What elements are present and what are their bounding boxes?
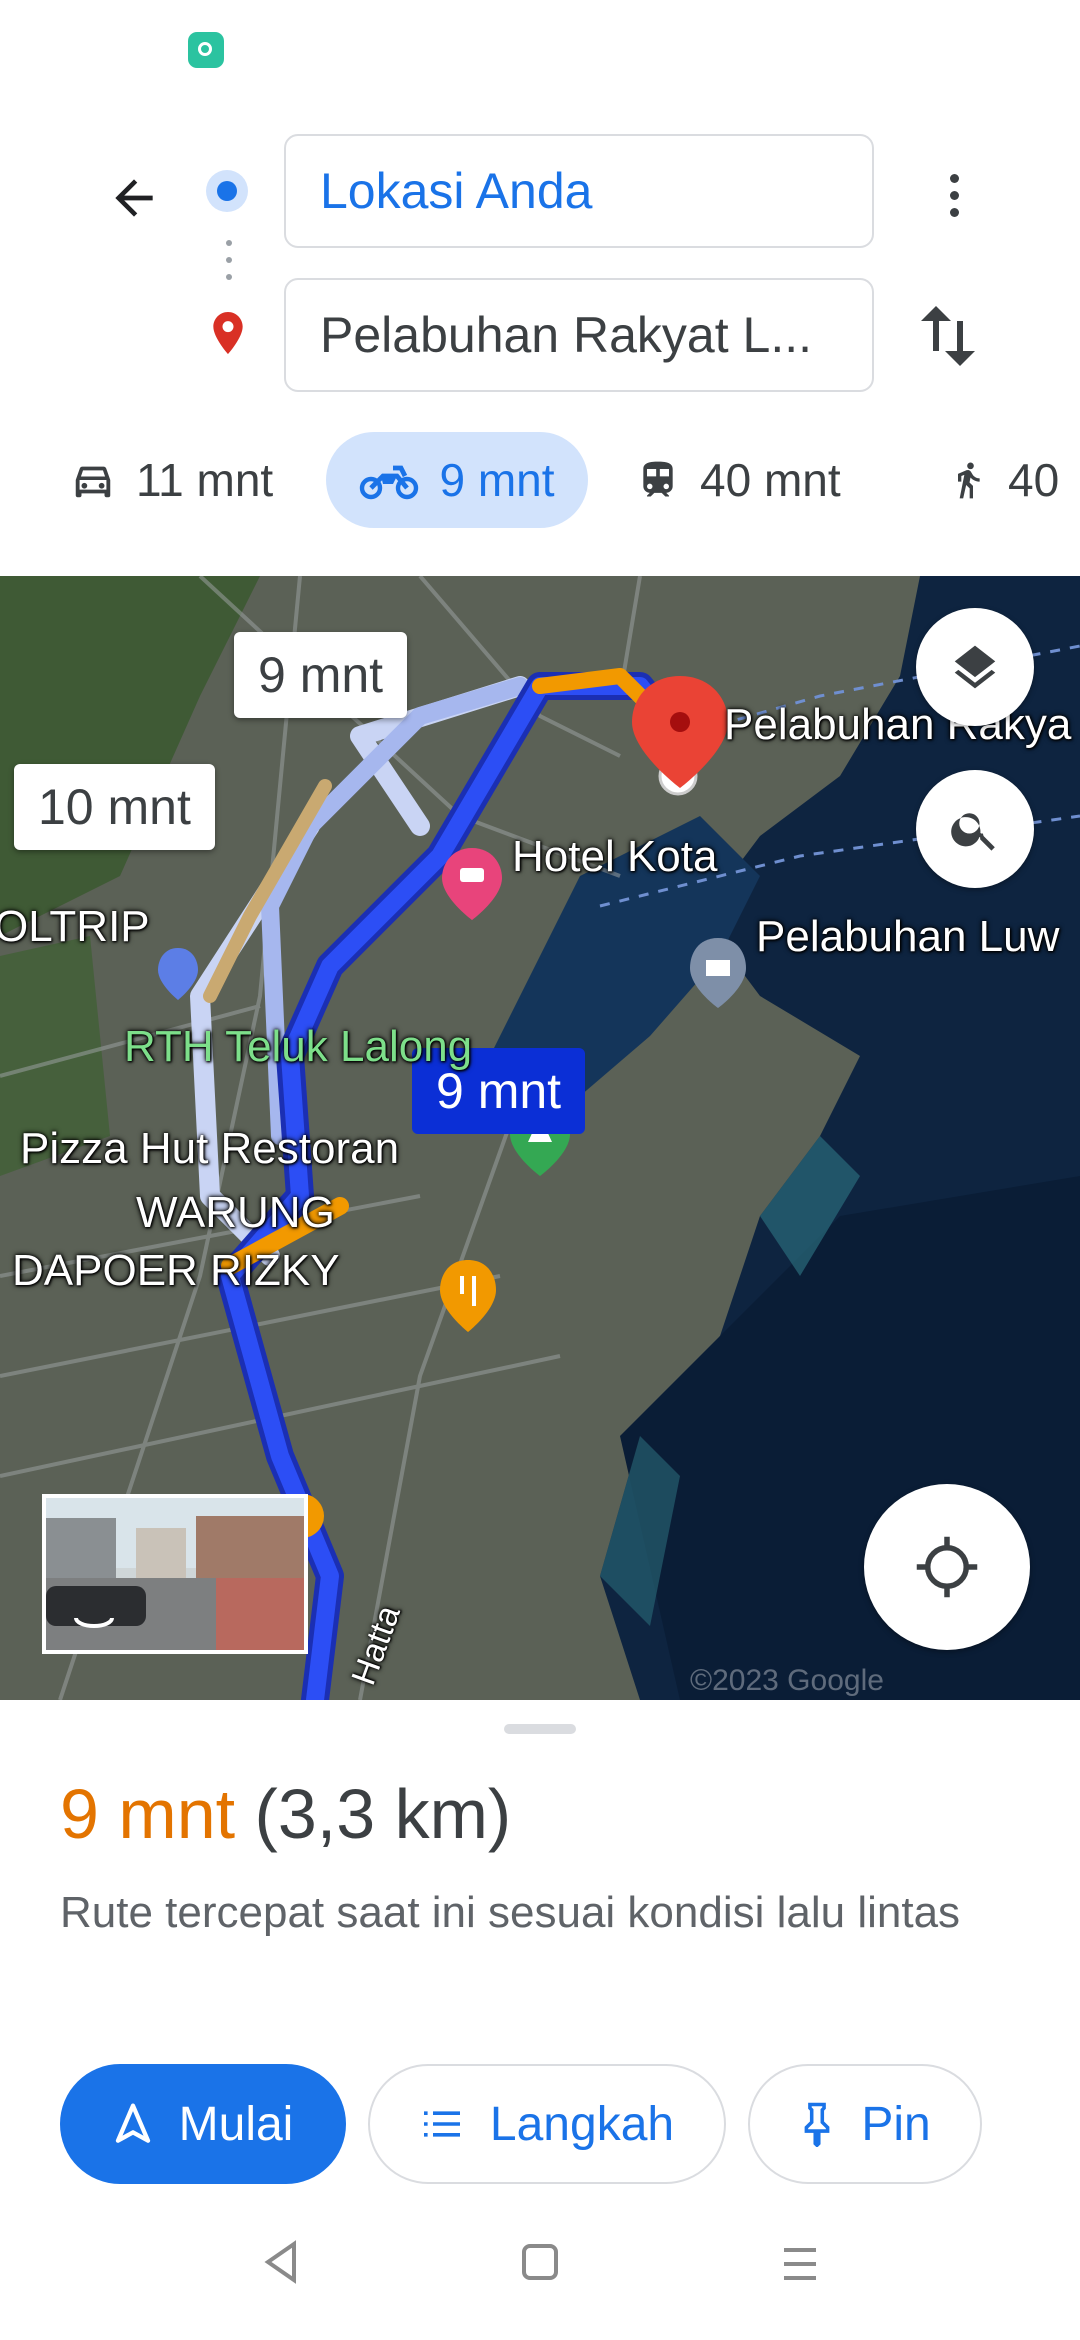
list-icon: [423, 2111, 460, 2137]
menu-lines-icon: [784, 2248, 816, 2280]
route-connector-dots: [226, 240, 232, 291]
swap-vertical-icon: [921, 306, 975, 366]
sheet-drag-handle[interactable]: [504, 1724, 576, 1734]
triangle-back-icon: [264, 2240, 296, 2284]
arrow-back-icon: [115, 179, 153, 217]
search-icon: [951, 813, 995, 851]
pushpin-icon: [804, 2102, 830, 2147]
mode-walk-tab[interactable]: 40: [948, 432, 1059, 528]
map-copyright: ©2023 Google: [690, 1664, 884, 1697]
car-icon: [75, 466, 111, 498]
app-notification-icon: [188, 32, 224, 68]
pin-label: Pin: [861, 2097, 931, 2151]
mode-car-time: 11 mnt: [136, 454, 274, 506]
map-label-oltrip[interactable]: OLTRIP: [0, 902, 150, 952]
destination-pin-icon: [206, 308, 250, 365]
swap-locations-button[interactable]: [912, 296, 984, 376]
alt-route-time-label-1[interactable]: 9 mnt: [234, 632, 408, 718]
map-label-warung-line2[interactable]: DAPOER RIZKY: [12, 1246, 340, 1296]
mode-transit-time: 40 mnt: [700, 454, 841, 506]
train-icon: [643, 461, 673, 497]
nav-menu-button[interactable]: [780, 2246, 820, 2287]
map-label-port[interactable]: Pelabuhan Luw: [756, 912, 1059, 962]
route-description: Rute tercepat saat ini sesuai kondisi la…: [60, 1888, 961, 1937]
more-options-button[interactable]: [924, 160, 984, 230]
search-along-route-button[interactable]: [916, 770, 1034, 888]
steps-button[interactable]: Langkah: [368, 2064, 726, 2184]
map-label-destination[interactable]: Pelabuhan Rakya: [724, 700, 1071, 750]
route-distance: (3,3 km): [254, 1775, 512, 1853]
origin-field[interactable]: Lokasi Anda: [284, 134, 874, 248]
destination-field[interactable]: Pelabuhan Rakyat L...: [284, 278, 874, 392]
layers-button[interactable]: [916, 608, 1034, 726]
street-view-thumbnail[interactable]: [42, 1494, 308, 1654]
layers-icon: [954, 645, 996, 689]
route-summary: 9 mnt (3,3 km): [60, 1774, 511, 1854]
start-label: Mulai: [178, 2097, 294, 2151]
walk-icon: [958, 462, 980, 499]
map-view[interactable]: 9 mnt 10 mnt 9 mnt Pelabuhan Rakya Hotel…: [0, 576, 1080, 1700]
navigation-arrow-icon: [115, 2103, 150, 2143]
mode-transit-tab[interactable]: 40 mnt: [636, 432, 841, 528]
map-label-park[interactable]: RTH Teluk Lalong: [124, 1022, 472, 1072]
map-label-pizza[interactable]: Pizza Hut Restoran: [20, 1124, 399, 1174]
my-location-button[interactable]: [864, 1484, 1030, 1650]
square-home-icon: [522, 2244, 558, 2280]
steps-label: Langkah: [489, 2097, 675, 2151]
mode-motorcycle-time: 9 mnt: [439, 454, 555, 506]
mode-walk-time: 40: [1008, 454, 1060, 506]
map-label-hotel[interactable]: Hotel Kota: [512, 832, 717, 882]
nav-home-button[interactable]: [520, 2242, 560, 2287]
pin-button[interactable]: Pin: [748, 2064, 982, 2184]
mode-motorcycle-tab[interactable]: 9 mnt: [326, 432, 588, 528]
nav-back-button[interactable]: [262, 2240, 302, 2289]
start-navigation-button[interactable]: Mulai: [60, 2064, 346, 2184]
map-label-warung-line1[interactable]: WARUNG: [136, 1188, 335, 1238]
route-duration: 9 mnt: [60, 1775, 236, 1853]
motorcycle-icon: [360, 465, 419, 500]
back-button[interactable]: [96, 160, 172, 236]
alt-route-time-label-2[interactable]: 10 mnt: [14, 764, 215, 850]
crosshair-icon: [916, 1536, 978, 1598]
mode-car-tab[interactable]: 11 mnt: [70, 432, 273, 528]
origin-dot-icon: [206, 170, 248, 212]
